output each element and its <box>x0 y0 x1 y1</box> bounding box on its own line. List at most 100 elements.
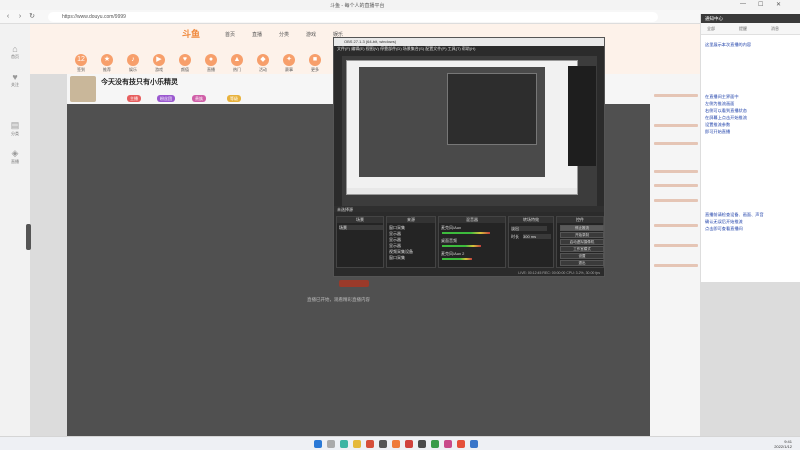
home-icon: ⌂ <box>12 44 18 54</box>
obs-preview[interactable] <box>342 56 597 206</box>
note-line: 点击即可查看直播间 <box>705 226 743 231</box>
back-icon[interactable]: ‹ <box>4 13 12 21</box>
sidebar-item-live[interactable]: ◈ 直播 <box>5 148 25 165</box>
stop-streaming-button[interactable]: 停止推流 <box>560 225 604 231</box>
source-item[interactable]: 视频采集设备 <box>389 249 413 254</box>
exit-button[interactable]: 退出 <box>560 260 604 266</box>
search-icon[interactable] <box>327 440 335 448</box>
refresh-icon[interactable]: ↻ <box>28 13 36 21</box>
scene-item[interactable]: 场景 <box>339 225 383 230</box>
app-icon[interactable] <box>392 440 400 448</box>
category-item[interactable]: ♥ 颜值 <box>172 54 198 73</box>
note-line: 左侧为推流画面 <box>705 101 735 106</box>
site-logo[interactable]: 斗鱼 <box>182 27 200 40</box>
category-icon: ✦ <box>283 54 295 66</box>
category-label: 直播 <box>207 67 215 72</box>
app-icon[interactable] <box>431 440 439 448</box>
nav-item[interactable]: 游戏 <box>306 31 316 38</box>
volume-meter[interactable] <box>442 258 472 260</box>
note-line: 右侧可以看到直播状态 <box>705 108 747 113</box>
dock-title: 控件 <box>557 217 603 223</box>
heart-icon: ♥ <box>12 72 18 82</box>
browser-icon[interactable] <box>340 440 348 448</box>
transition-select[interactable]: 淡出 <box>511 226 547 231</box>
list-icon: ▤ <box>10 120 20 130</box>
start-recording-button[interactable]: 开始录制 <box>560 232 604 238</box>
chat-panel <box>650 74 700 436</box>
avatar[interactable] <box>70 76 96 102</box>
nav-item[interactable]: 分类 <box>279 31 289 38</box>
category-item[interactable]: ★ 推荐 <box>94 54 120 73</box>
status-badge[interactable]: 粉丝团 <box>157 95 175 102</box>
app-icon[interactable] <box>444 440 452 448</box>
chat-message <box>654 224 698 227</box>
sidebar-item-follow[interactable]: ♥ 关注 <box>5 72 25 88</box>
source-item[interactable]: 显示器 <box>389 237 401 242</box>
category-label: 推荐 <box>103 67 111 72</box>
volume-meter[interactable] <box>442 232 490 234</box>
minimize-button[interactable]: — <box>740 1 746 7</box>
system-clock[interactable]: 9:41 2022/1/12 <box>774 439 792 449</box>
chat-message <box>654 142 698 145</box>
close-button[interactable]: ✕ <box>776 1 781 8</box>
source-item[interactable]: 显示器 <box>389 231 401 236</box>
settings-button[interactable]: 设置 <box>560 253 604 259</box>
category-icon: ■ <box>309 54 321 66</box>
category-label: 娱乐 <box>129 67 137 72</box>
category-item[interactable]: 12 签到 <box>68 54 94 73</box>
category-icon: ★ <box>101 54 113 66</box>
category-item[interactable]: ✦ 赛事 <box>276 54 302 73</box>
duration-input[interactable]: 300 ms <box>523 234 551 239</box>
notes-tabs: 全部 提醒 消息 <box>701 23 800 35</box>
mixer-dock: 混音器 麦克风/Aux 桌面音频 麦克风/Aux 2 <box>438 216 506 268</box>
chat-message <box>654 170 698 173</box>
app-icon[interactable] <box>405 440 413 448</box>
obs-menu-bar[interactable]: 文件(F) 编辑(E) 视图(V) 停靠部件(D) 场景集合(S) 配置文件(P… <box>334 46 604 52</box>
app-icon[interactable] <box>457 440 465 448</box>
category-item[interactable]: ● 直播 <box>198 54 224 73</box>
sidebar-item-home[interactable]: ⌂ 首页 <box>5 44 25 60</box>
app-icon[interactable] <box>366 440 374 448</box>
room-title: 今天没有技只有小乐精灵 <box>101 79 178 86</box>
source-item[interactable]: 窗口采集 <box>389 225 405 230</box>
maximize-button[interactable]: ☐ <box>758 1 763 8</box>
category-item[interactable]: ▲ 热门 <box>224 54 250 73</box>
start-icon[interactable] <box>314 440 322 448</box>
app-icon[interactable] <box>418 440 426 448</box>
category-item[interactable]: ■ 更多 <box>302 54 328 73</box>
app-icon[interactable] <box>470 440 478 448</box>
folder-icon[interactable] <box>353 440 361 448</box>
nav-item[interactable]: 首页 <box>225 31 235 38</box>
category-icon: ● <box>205 54 217 66</box>
note-line: 直播前请检查设备、画面、声音 <box>705 212 764 217</box>
url-input[interactable]: https://www.douyu.com/9999 <box>48 12 658 22</box>
source-item[interactable]: 显示器 <box>389 243 401 248</box>
note-line: 设置推流参数 <box>705 122 731 127</box>
category-label: 颜值 <box>181 67 189 72</box>
chat-message <box>654 184 698 187</box>
status-badge[interactable]: 主播 <box>127 95 141 102</box>
source-item[interactable]: 窗口采集 <box>389 255 405 260</box>
sidebar-collapse-handle[interactable] <box>26 224 31 250</box>
virtual-camera-button[interactable]: 启动虚拟摄像机 <box>560 239 604 245</box>
category-icon: 12 <box>75 54 87 66</box>
volume-meter[interactable] <box>442 245 481 247</box>
dock-title: 混音器 <box>439 217 505 223</box>
obs-icon[interactable] <box>379 440 387 448</box>
preview-side-panel <box>568 66 596 166</box>
category-item[interactable]: ▶ 游戏 <box>146 54 172 73</box>
tab-message[interactable]: 消息 <box>771 26 779 32</box>
category-item[interactable]: ♪ 娱乐 <box>120 54 146 73</box>
forward-icon[interactable]: › <box>16 13 24 21</box>
category-item[interactable]: ◆ 活动 <box>250 54 276 73</box>
studio-mode-button[interactable]: 工作室模式 <box>560 246 604 252</box>
status-badge[interactable]: 贵族 <box>192 95 206 102</box>
obs-status-bar: LIVE: 00:12:45 REC: 00:00:00 CPU: 3.2%, … <box>334 270 604 276</box>
tab-reminder[interactable]: 提醒 <box>739 26 747 32</box>
tab-all[interactable]: 全部 <box>707 26 715 32</box>
sidebar-item-category[interactable]: ▤ 分类 <box>5 120 25 137</box>
category-icon: ♪ <box>127 54 139 66</box>
nav-item[interactable]: 直播 <box>252 31 262 38</box>
source-status-text: 未选择源 <box>337 207 353 212</box>
status-badge[interactable]: 等级 <box>227 95 241 102</box>
